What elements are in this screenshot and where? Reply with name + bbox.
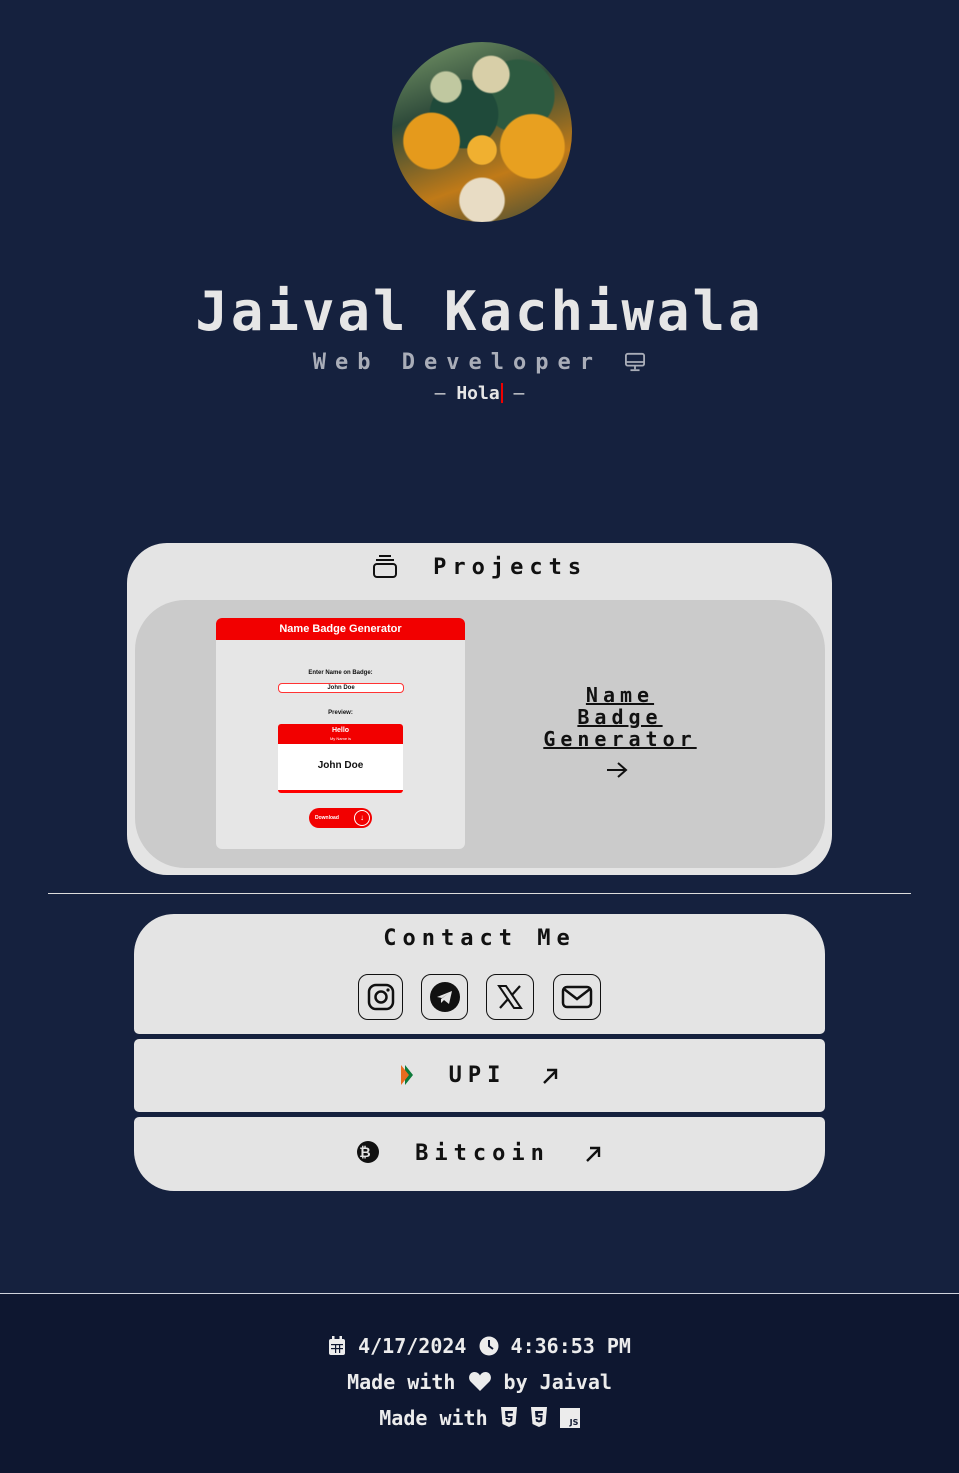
made-with-text-2: Made with	[379, 1406, 488, 1430]
by-author-text: by Jaival	[503, 1370, 612, 1394]
contact-heading: Contact Me	[383, 926, 576, 951]
footer-made-with-love: Made with by Jaival	[0, 1370, 959, 1394]
preview-badge: Hello My Name is John Doe	[278, 724, 403, 793]
bitcoin-link[interactable]: ₿ Bitcoin	[134, 1117, 825, 1191]
typing-caret	[500, 383, 503, 403]
calendar-icon	[329, 1336, 346, 1355]
stack-icon	[372, 555, 397, 578]
preview-input: John Doe	[278, 683, 404, 693]
arrow-up-right-icon	[542, 1068, 557, 1084]
preview-label: Preview:	[328, 710, 353, 716]
projects-heading: Projects	[127, 553, 832, 580]
badge-sub: My Name is	[329, 736, 352, 741]
footer-datetime: 4/17/2024 4:36:53 PM	[0, 1334, 959, 1358]
instagram-button[interactable]	[358, 974, 403, 1020]
clock-icon	[479, 1336, 498, 1356]
contact-section: Contact Me	[134, 914, 825, 1034]
download-icon: ↓	[354, 810, 370, 826]
section-divider	[48, 893, 911, 894]
made-with-text: Made with	[347, 1370, 456, 1394]
footer: 4/17/2024 4:36:53 PM Made with by Jaival…	[0, 1293, 959, 1473]
preview-download-button: Download ↓	[309, 808, 372, 828]
svg-text:JS: JS	[568, 1418, 578, 1427]
profile-role: Web Developer	[0, 350, 959, 375]
svg-text:₿: ₿	[359, 1145, 376, 1161]
email-button[interactable]	[553, 974, 601, 1020]
footer-date: 4/17/2024	[358, 1334, 467, 1358]
badge-name: John Doe	[317, 760, 364, 771]
html5-icon	[500, 1407, 517, 1427]
x-icon	[497, 985, 523, 1009]
project-card[interactable]: Name Badge Generator Enter Name on Badge…	[135, 600, 825, 868]
css3-icon	[530, 1407, 547, 1427]
greeting-dash-right: –	[513, 383, 525, 404]
monitor-icon	[625, 352, 646, 372]
preview-header: Name Badge Generator	[216, 618, 465, 640]
role-text: Web Developer	[312, 350, 602, 375]
profile-name: Jaival Kachiwala	[195, 280, 764, 343]
upi-logo-icon	[401, 1065, 414, 1085]
telegram-button[interactable]	[421, 974, 468, 1020]
upi-label: UPI	[448, 1063, 507, 1088]
download-label: Download	[315, 815, 339, 821]
bitcoin-label: Bitcoin	[415, 1141, 550, 1166]
x-button[interactable]	[486, 974, 534, 1020]
upi-link[interactable]: UPI	[134, 1039, 825, 1112]
telegram-icon	[429, 982, 460, 1012]
preview-input-label: Enter Name on Badge:	[308, 670, 373, 676]
arrow-up-right-icon	[586, 1146, 601, 1162]
javascript-icon: JS	[559, 1408, 580, 1428]
arrow-right-icon[interactable]	[605, 760, 629, 780]
mail-icon	[561, 985, 593, 1009]
footer-time: 4:36:53 PM	[510, 1334, 631, 1358]
footer-made-with-tech: Made with JS	[0, 1406, 959, 1430]
bitcoin-icon: ₿	[356, 1141, 379, 1163]
profile-avatar	[392, 42, 572, 222]
project-link[interactable]: Name Badge Generator	[535, 684, 705, 750]
badge-hello: Hello	[331, 727, 350, 734]
greeting-dash-left: –	[434, 383, 446, 404]
instagram-icon	[367, 983, 394, 1011]
projects-title: Projects	[433, 555, 588, 580]
greeting-line: – Hola –	[0, 383, 959, 404]
project-preview-image: Name Badge Generator Enter Name on Badge…	[216, 618, 465, 849]
heart-icon	[468, 1372, 491, 1391]
projects-section: Projects Name Badge Generator Enter Name…	[127, 543, 832, 875]
greeting-text: Hola	[456, 383, 500, 404]
